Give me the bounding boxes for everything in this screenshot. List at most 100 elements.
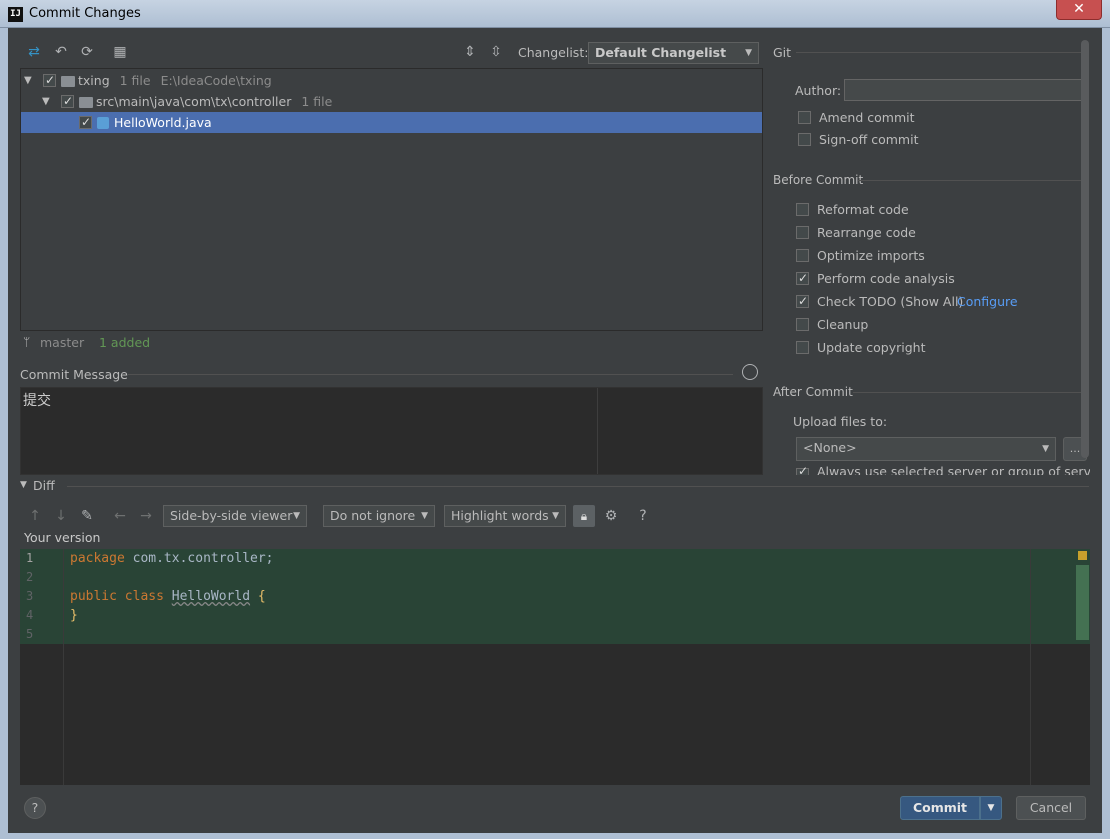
group-by-icon[interactable]: ▦: [111, 43, 129, 61]
window-frame-right: [1102, 28, 1110, 839]
tree-node-dir[interactable]: ▼ src\main\java\com\tx\controller 1 file: [21, 91, 762, 112]
help-button[interactable]: ?: [24, 797, 46, 819]
title-bar: IJ Commit Changes ✕: [0, 0, 1110, 28]
code-line: public class HelloWorld {: [70, 589, 266, 604]
gutter-separator: [63, 549, 64, 785]
after-commit-section-label: After Commit: [773, 385, 853, 399]
analysis-status-icon[interactable]: [1078, 551, 1087, 560]
commit-message-input[interactable]: 提交: [20, 387, 763, 475]
checkbox-box[interactable]: [796, 268, 809, 288]
before-commit-option-label: Check TODO (Show All): [817, 294, 964, 309]
commit-message-text: 提交: [23, 393, 51, 409]
file-checkbox[interactable]: [79, 112, 92, 133]
before-commit-option-label: Perform code analysis: [817, 271, 955, 286]
intellij-app-icon: IJ: [8, 7, 23, 22]
code-line: package com.tx.controller;: [70, 551, 274, 566]
chevron-down-icon: ▼: [745, 48, 752, 58]
line-number: 1: [26, 551, 34, 565]
right-margin-guide: [1030, 549, 1031, 785]
back-arrow-icon[interactable]: ←: [111, 507, 129, 525]
changelist-dropdown[interactable]: Default Changelist ▼: [588, 42, 759, 64]
dialog-body: ⇄ ↶ ⟳ ▦ ⇕ ⇳ Changelist: Default Changeli…: [8, 28, 1102, 833]
cancel-button[interactable]: Cancel: [1016, 796, 1086, 820]
added-count: 1 added: [99, 335, 151, 350]
author-input[interactable]: [844, 79, 1084, 101]
options-scrollbar[interactable]: [1081, 40, 1089, 458]
expand-all-icon[interactable]: ⇕: [461, 43, 479, 61]
checkbox-box[interactable]: [796, 203, 809, 216]
checkbox-box[interactable]: [796, 341, 809, 354]
changes-tree[interactable]: ▼ txing 1 file E:\IdeaCode\txing ▼ src\m…: [20, 68, 763, 331]
folder-icon: [79, 97, 93, 108]
highlighting-value: Highlight words: [451, 508, 549, 523]
line-number: 2: [26, 570, 34, 584]
upload-server-dropdown[interactable]: <None> ▼: [796, 437, 1056, 461]
collapse-diff-icon[interactable]: ▼: [20, 480, 27, 490]
ignore-whitespace-dropdown[interactable]: Do not ignore ▼: [323, 505, 435, 527]
collapse-all-icon[interactable]: ⇳: [487, 43, 505, 61]
upload-files-label: Upload files to:: [793, 414, 888, 429]
configure-link[interactable]: Configure: [957, 292, 1018, 312]
tree-node-root[interactable]: ▼ txing 1 file E:\IdeaCode\txing: [21, 70, 762, 91]
always-use-server-option[interactable]: Always use selected server or group of s…: [796, 466, 1090, 475]
changes-marker[interactable]: [1076, 565, 1089, 640]
window-title: Commit Changes: [29, 6, 141, 21]
author-label: Author:: [795, 83, 842, 98]
before-commit-option-label: Optimize imports: [817, 248, 925, 263]
diff-editor[interactable]: 1 package com.tx.controller; 2 3 public clas…: [20, 549, 1090, 785]
checkbox-box[interactable]: [796, 318, 809, 331]
root-name: txing: [78, 73, 110, 88]
lock-icon[interactable]: 🔒︎: [573, 505, 595, 527]
code-line: }: [70, 608, 78, 623]
show-diff-icon[interactable]: ⇄: [25, 43, 43, 61]
viewer-mode-dropdown[interactable]: Side-by-side viewer ▼: [163, 505, 307, 527]
viewer-mode-value: Side-by-side viewer: [170, 508, 293, 523]
upload-server-value: <None>: [803, 440, 857, 455]
before-commit-option-label: Reformat code: [817, 202, 909, 217]
checkbox-box[interactable]: [796, 226, 809, 239]
before-commit-section-label: Before Commit: [773, 173, 864, 187]
next-difference-icon[interactable]: ↓: [52, 507, 70, 525]
line-number: 4: [26, 608, 34, 622]
java-class-icon: [97, 117, 109, 129]
commit-options-dropdown[interactable]: ▼: [980, 796, 1002, 820]
commit-button[interactable]: Commit: [900, 796, 980, 820]
sign-off-commit-label: Sign-off commit: [819, 132, 919, 147]
edit-source-icon[interactable]: ✎: [78, 507, 96, 525]
chevron-down-icon: ▼: [552, 511, 559, 521]
divider: [128, 374, 733, 375]
window-frame-left: [0, 28, 8, 839]
divider: [853, 392, 1084, 393]
checkbox-box[interactable]: [796, 249, 809, 262]
previous-difference-icon[interactable]: ↑: [26, 507, 44, 525]
root-checkbox[interactable]: [43, 70, 56, 91]
checkbox-box[interactable]: [798, 133, 811, 146]
chevron-down-icon: ▼: [1042, 444, 1049, 454]
gear-icon[interactable]: ⚙: [602, 507, 620, 525]
branch-name: master: [40, 335, 85, 350]
refresh-icon[interactable]: ⟳: [78, 43, 96, 61]
root-count: 1 file: [119, 73, 151, 88]
window-close-button[interactable]: ✕: [1056, 0, 1102, 20]
before-commit-option-label: Rearrange code: [817, 225, 916, 240]
checkbox-box[interactable]: [798, 111, 811, 124]
forward-arrow-icon[interactable]: →: [137, 507, 155, 525]
chevron-down-icon: ▼: [293, 511, 300, 521]
checkbox-box[interactable]: [796, 291, 809, 311]
help-icon[interactable]: ?: [634, 507, 652, 525]
ignore-whitespace-value: Do not ignore: [330, 508, 416, 523]
history-clock-icon[interactable]: [742, 364, 758, 380]
divider: [67, 486, 1089, 487]
before-commit-option-label: Cleanup: [817, 317, 869, 332]
dir-checkbox[interactable]: [61, 91, 74, 112]
tree-node-file[interactable]: HelloWorld.java: [21, 112, 762, 133]
diff-section-label: Diff: [33, 478, 55, 493]
highlighting-dropdown[interactable]: Highlight words ▼: [444, 505, 566, 527]
always-use-server-checkbox[interactable]: [796, 466, 809, 475]
expand-arrow-icon[interactable]: ▼: [24, 70, 32, 91]
rollback-icon[interactable]: ↶: [52, 43, 70, 61]
module-folder-icon: [61, 76, 75, 87]
file-name: HelloWorld.java: [114, 115, 212, 130]
expand-arrow-icon[interactable]: ▼: [42, 91, 50, 112]
your-version-label: Your version: [24, 530, 101, 545]
